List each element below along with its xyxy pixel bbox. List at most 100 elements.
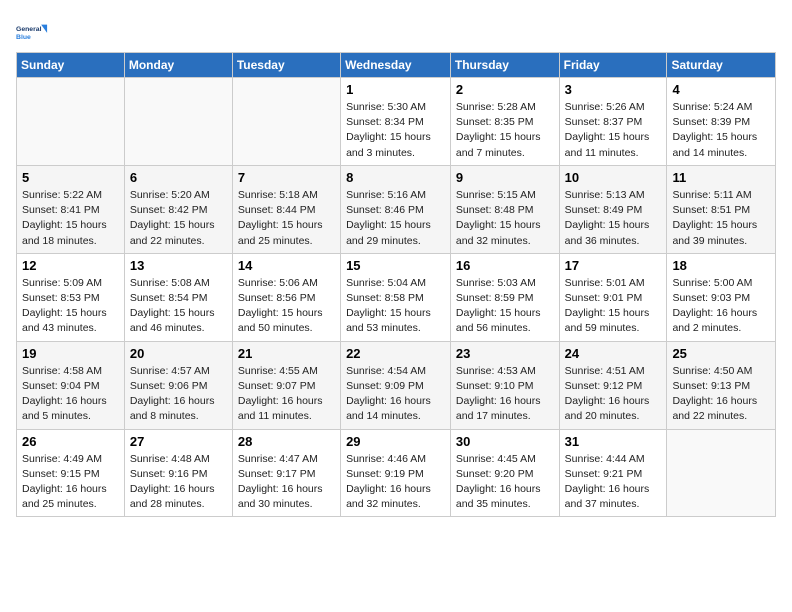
day-info: Sunrise: 5:00 AM Sunset: 9:03 PM Dayligh… (672, 276, 770, 337)
calendar-cell: 25 Sunrise: 4:50 AM Sunset: 9:13 PM Dayli… (667, 341, 776, 429)
page-header: GeneralBlue (16, 16, 776, 48)
calendar-week-row: 5 Sunrise: 5:22 AM Sunset: 8:41 PM Daylig… (17, 165, 776, 253)
day-info: Sunrise: 4:53 AM Sunset: 9:10 PM Dayligh… (456, 364, 554, 425)
calendar-cell: 14Sunrise: 5:06 AM Sunset: 8:56 PM Dayli… (232, 253, 340, 341)
day-number: 7 (238, 170, 335, 185)
calendar-cell: 19 Sunrise: 4:58 AM Sunset: 9:04 PM Dayli… (17, 341, 125, 429)
calendar-cell: 28Sunrise: 4:47 AM Sunset: 9:17 PM Dayli… (232, 429, 340, 517)
day-info: Sunrise: 5:22 AM Sunset: 8:41 PM Dayligh… (22, 188, 119, 249)
day-number: 27 (130, 434, 227, 449)
day-number: 5 (22, 170, 119, 185)
calendar-cell: 3 Sunrise: 5:26 AM Sunset: 8:37 PM Daylig… (559, 78, 667, 166)
day-info: Sunrise: 4:45 AM Sunset: 9:20 PM Dayligh… (456, 452, 554, 513)
calendar-cell: 22Sunrise: 4:54 AM Sunset: 9:09 PM Dayli… (341, 341, 451, 429)
day-number: 25 (672, 346, 770, 361)
calendar-cell: 23 Sunrise: 4:53 AM Sunset: 9:10 PM Dayli… (450, 341, 559, 429)
day-number: 31 (565, 434, 662, 449)
calendar-cell: 13 Sunrise: 5:08 AM Sunset: 8:54 PM Dayli… (124, 253, 232, 341)
day-number: 3 (565, 82, 662, 97)
day-info: Sunrise: 5:09 AM Sunset: 8:53 PM Dayligh… (22, 276, 119, 337)
day-info: Sunrise: 4:58 AM Sunset: 9:04 PM Dayligh… (22, 364, 119, 425)
weekday-header-wednesday: Wednesday (341, 53, 451, 78)
calendar-cell: 27 Sunrise: 4:48 AM Sunset: 9:16 PM Dayli… (124, 429, 232, 517)
weekday-header-sunday: Sunday (17, 53, 125, 78)
logo-icon: GeneralBlue (16, 16, 48, 48)
calendar-cell: 8 Sunrise: 5:16 AM Sunset: 8:46 PM Daylig… (341, 165, 451, 253)
calendar-week-row: 1Sunrise: 5:30 AM Sunset: 8:34 PM Daylig… (17, 78, 776, 166)
calendar-cell: 6Sunrise: 5:20 AM Sunset: 8:42 PM Daylig… (124, 165, 232, 253)
day-number: 17 (565, 258, 662, 273)
day-info: Sunrise: 4:46 AM Sunset: 9:19 PM Dayligh… (346, 452, 445, 513)
calendar-cell: 4 Sunrise: 5:24 AM Sunset: 8:39 PM Daylig… (667, 78, 776, 166)
day-number: 16 (456, 258, 554, 273)
day-number: 9 (456, 170, 554, 185)
day-number: 19 (22, 346, 119, 361)
calendar-cell: 15Sunrise: 5:04 AM Sunset: 8:58 PM Dayli… (341, 253, 451, 341)
day-number: 29 (346, 434, 445, 449)
day-info: Sunrise: 5:03 AM Sunset: 8:59 PM Dayligh… (456, 276, 554, 337)
calendar-cell: 11 Sunrise: 5:11 AM Sunset: 8:51 PM Dayli… (667, 165, 776, 253)
calendar-week-row: 12 Sunrise: 5:09 AM Sunset: 8:53 PM Dayli… (17, 253, 776, 341)
calendar-cell: 18 Sunrise: 5:00 AM Sunset: 9:03 PM Dayli… (667, 253, 776, 341)
day-info: Sunrise: 5:16 AM Sunset: 8:46 PM Dayligh… (346, 188, 445, 249)
calendar-cell: 17Sunrise: 5:01 AM Sunset: 9:01 PM Dayli… (559, 253, 667, 341)
day-info: Sunrise: 5:11 AM Sunset: 8:51 PM Dayligh… (672, 188, 770, 249)
day-number: 8 (346, 170, 445, 185)
calendar-cell: 26 Sunrise: 4:49 AM Sunset: 9:15 PM Dayli… (17, 429, 125, 517)
calendar-cell: 24 Sunrise: 4:51 AM Sunset: 9:12 PM Dayli… (559, 341, 667, 429)
calendar-cell: 9 Sunrise: 5:15 AM Sunset: 8:48 PM Daylig… (450, 165, 559, 253)
day-number: 18 (672, 258, 770, 273)
day-info: Sunrise: 5:08 AM Sunset: 8:54 PM Dayligh… (130, 276, 227, 337)
day-number: 23 (456, 346, 554, 361)
calendar-table: SundayMondayTuesdayWednesdayThursdayFrid… (16, 52, 776, 517)
day-info: Sunrise: 4:57 AM Sunset: 9:06 PM Dayligh… (130, 364, 227, 425)
svg-text:General: General (16, 26, 42, 33)
day-info: Sunrise: 4:47 AM Sunset: 9:17 PM Dayligh… (238, 452, 335, 513)
calendar-cell (667, 429, 776, 517)
day-info: Sunrise: 5:18 AM Sunset: 8:44 PM Dayligh… (238, 188, 335, 249)
calendar-cell: 16 Sunrise: 5:03 AM Sunset: 8:59 PM Dayli… (450, 253, 559, 341)
svg-text:Blue: Blue (16, 34, 31, 41)
weekday-header-monday: Monday (124, 53, 232, 78)
day-info: Sunrise: 5:26 AM Sunset: 8:37 PM Dayligh… (565, 100, 662, 161)
day-info: Sunrise: 4:50 AM Sunset: 9:13 PM Dayligh… (672, 364, 770, 425)
day-number: 30 (456, 434, 554, 449)
day-number: 15 (346, 258, 445, 273)
weekday-header-saturday: Saturday (667, 53, 776, 78)
day-number: 24 (565, 346, 662, 361)
day-number: 2 (456, 82, 554, 97)
calendar-cell: 29 Sunrise: 4:46 AM Sunset: 9:19 PM Dayli… (341, 429, 451, 517)
calendar-cell: 1Sunrise: 5:30 AM Sunset: 8:34 PM Daylig… (341, 78, 451, 166)
day-number: 26 (22, 434, 119, 449)
day-number: 12 (22, 258, 119, 273)
day-info: Sunrise: 4:44 AM Sunset: 9:21 PM Dayligh… (565, 452, 662, 513)
calendar-cell: 20 Sunrise: 4:57 AM Sunset: 9:06 PM Dayli… (124, 341, 232, 429)
calendar-cell (17, 78, 125, 166)
calendar-cell: 30 Sunrise: 4:45 AM Sunset: 9:20 PM Dayli… (450, 429, 559, 517)
calendar-cell: 12 Sunrise: 5:09 AM Sunset: 8:53 PM Dayli… (17, 253, 125, 341)
day-info: Sunrise: 5:28 AM Sunset: 8:35 PM Dayligh… (456, 100, 554, 161)
day-info: Sunrise: 5:20 AM Sunset: 8:42 PM Dayligh… (130, 188, 227, 249)
day-info: Sunrise: 4:48 AM Sunset: 9:16 PM Dayligh… (130, 452, 227, 513)
day-info: Sunrise: 5:06 AM Sunset: 8:56 PM Dayligh… (238, 276, 335, 337)
day-info: Sunrise: 5:15 AM Sunset: 8:48 PM Dayligh… (456, 188, 554, 249)
weekday-header-row: SundayMondayTuesdayWednesdayThursdayFrid… (17, 53, 776, 78)
day-info: Sunrise: 4:51 AM Sunset: 9:12 PM Dayligh… (565, 364, 662, 425)
calendar-cell (232, 78, 340, 166)
day-number: 4 (672, 82, 770, 97)
calendar-cell: 7 Sunrise: 5:18 AM Sunset: 8:44 PM Daylig… (232, 165, 340, 253)
calendar-week-row: 19 Sunrise: 4:58 AM Sunset: 9:04 PM Dayli… (17, 341, 776, 429)
day-info: Sunrise: 4:49 AM Sunset: 9:15 PM Dayligh… (22, 452, 119, 513)
weekday-header-friday: Friday (559, 53, 667, 78)
day-info: Sunrise: 5:24 AM Sunset: 8:39 PM Dayligh… (672, 100, 770, 161)
day-number: 11 (672, 170, 770, 185)
calendar-cell: 31 Sunrise: 4:44 AM Sunset: 9:21 PM Dayli… (559, 429, 667, 517)
weekday-header-thursday: Thursday (450, 53, 559, 78)
calendar-cell: 21Sunrise: 4:55 AM Sunset: 9:07 PM Dayli… (232, 341, 340, 429)
logo: GeneralBlue (16, 16, 48, 48)
calendar-week-row: 26 Sunrise: 4:49 AM Sunset: 9:15 PM Dayli… (17, 429, 776, 517)
day-number: 13 (130, 258, 227, 273)
day-info: Sunrise: 4:54 AM Sunset: 9:09 PM Dayligh… (346, 364, 445, 425)
day-number: 20 (130, 346, 227, 361)
calendar-cell: 10Sunrise: 5:13 AM Sunset: 8:49 PM Dayli… (559, 165, 667, 253)
